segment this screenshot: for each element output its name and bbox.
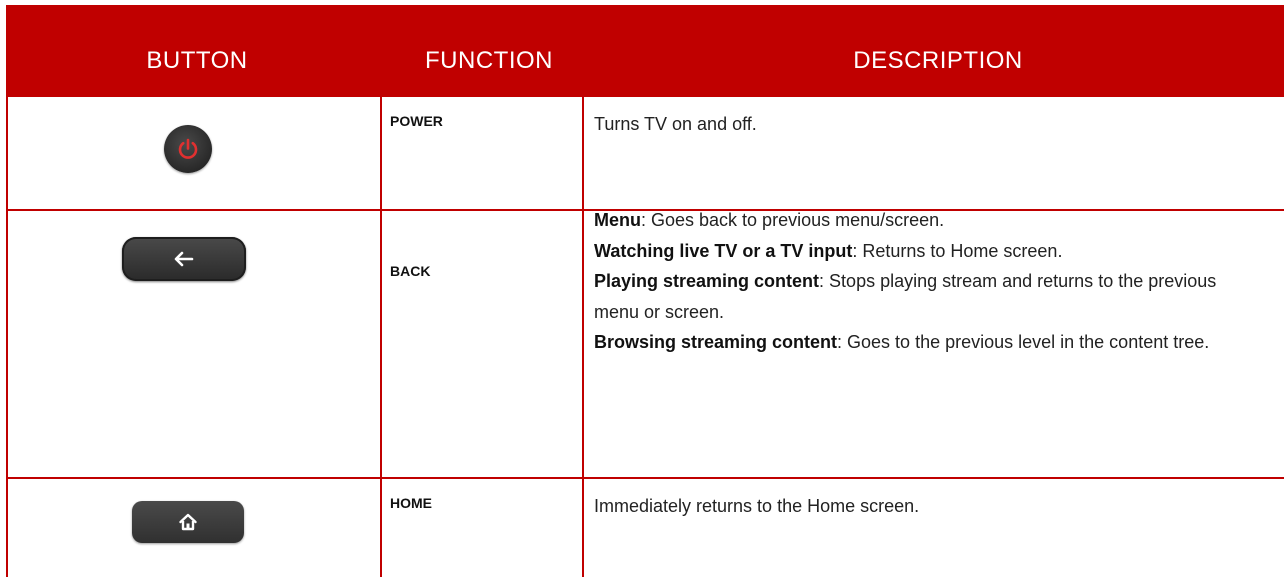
- description-line: Watching live TV or a TV input: Returns …: [594, 240, 1063, 261]
- description-cell: Menu: Goes back to previous menu/screen.…: [594, 205, 1274, 358]
- description-line: Immediately returns to the Home screen.: [594, 496, 920, 516]
- function-label: BACK: [390, 263, 431, 279]
- description-line: Browsing streaming content: Goes to the …: [594, 332, 1210, 352]
- description-cell: Immediately returns to the Home screen.: [594, 491, 1274, 522]
- back-arrow-icon: [174, 251, 194, 267]
- table-row-back: BACK Menu: Goes back to previous menu/sc…: [8, 210, 1284, 479]
- description-line: Playing streaming content: Stops playing…: [594, 271, 1217, 322]
- table-row-home: HOME Immediately returns to the Home scr…: [8, 479, 1284, 577]
- description-line: Turns TV on and off.: [594, 114, 757, 134]
- table-row-power: POWER Turns TV on and off.: [8, 97, 1284, 211]
- header-description: DESCRIPTION: [853, 47, 1023, 74]
- function-label: POWER: [390, 113, 443, 129]
- remote-buttons-table: BUTTON FUNCTION DESCRIPTION POWER Turns …: [6, 5, 1284, 577]
- header-function: FUNCTION: [425, 47, 553, 74]
- power-button: [164, 125, 212, 173]
- function-label: HOME: [390, 495, 432, 511]
- header-button: BUTTON: [146, 47, 248, 74]
- description-cell: Turns TV on and off.: [594, 109, 1274, 140]
- home-button: [132, 501, 244, 543]
- table-header: BUTTON FUNCTION DESCRIPTION: [6, 5, 1284, 97]
- back-button: [122, 237, 246, 281]
- description-line: Menu: Goes back to previous menu/screen.: [594, 210, 945, 230]
- home-icon: [179, 513, 197, 531]
- power-icon: [178, 138, 198, 159]
